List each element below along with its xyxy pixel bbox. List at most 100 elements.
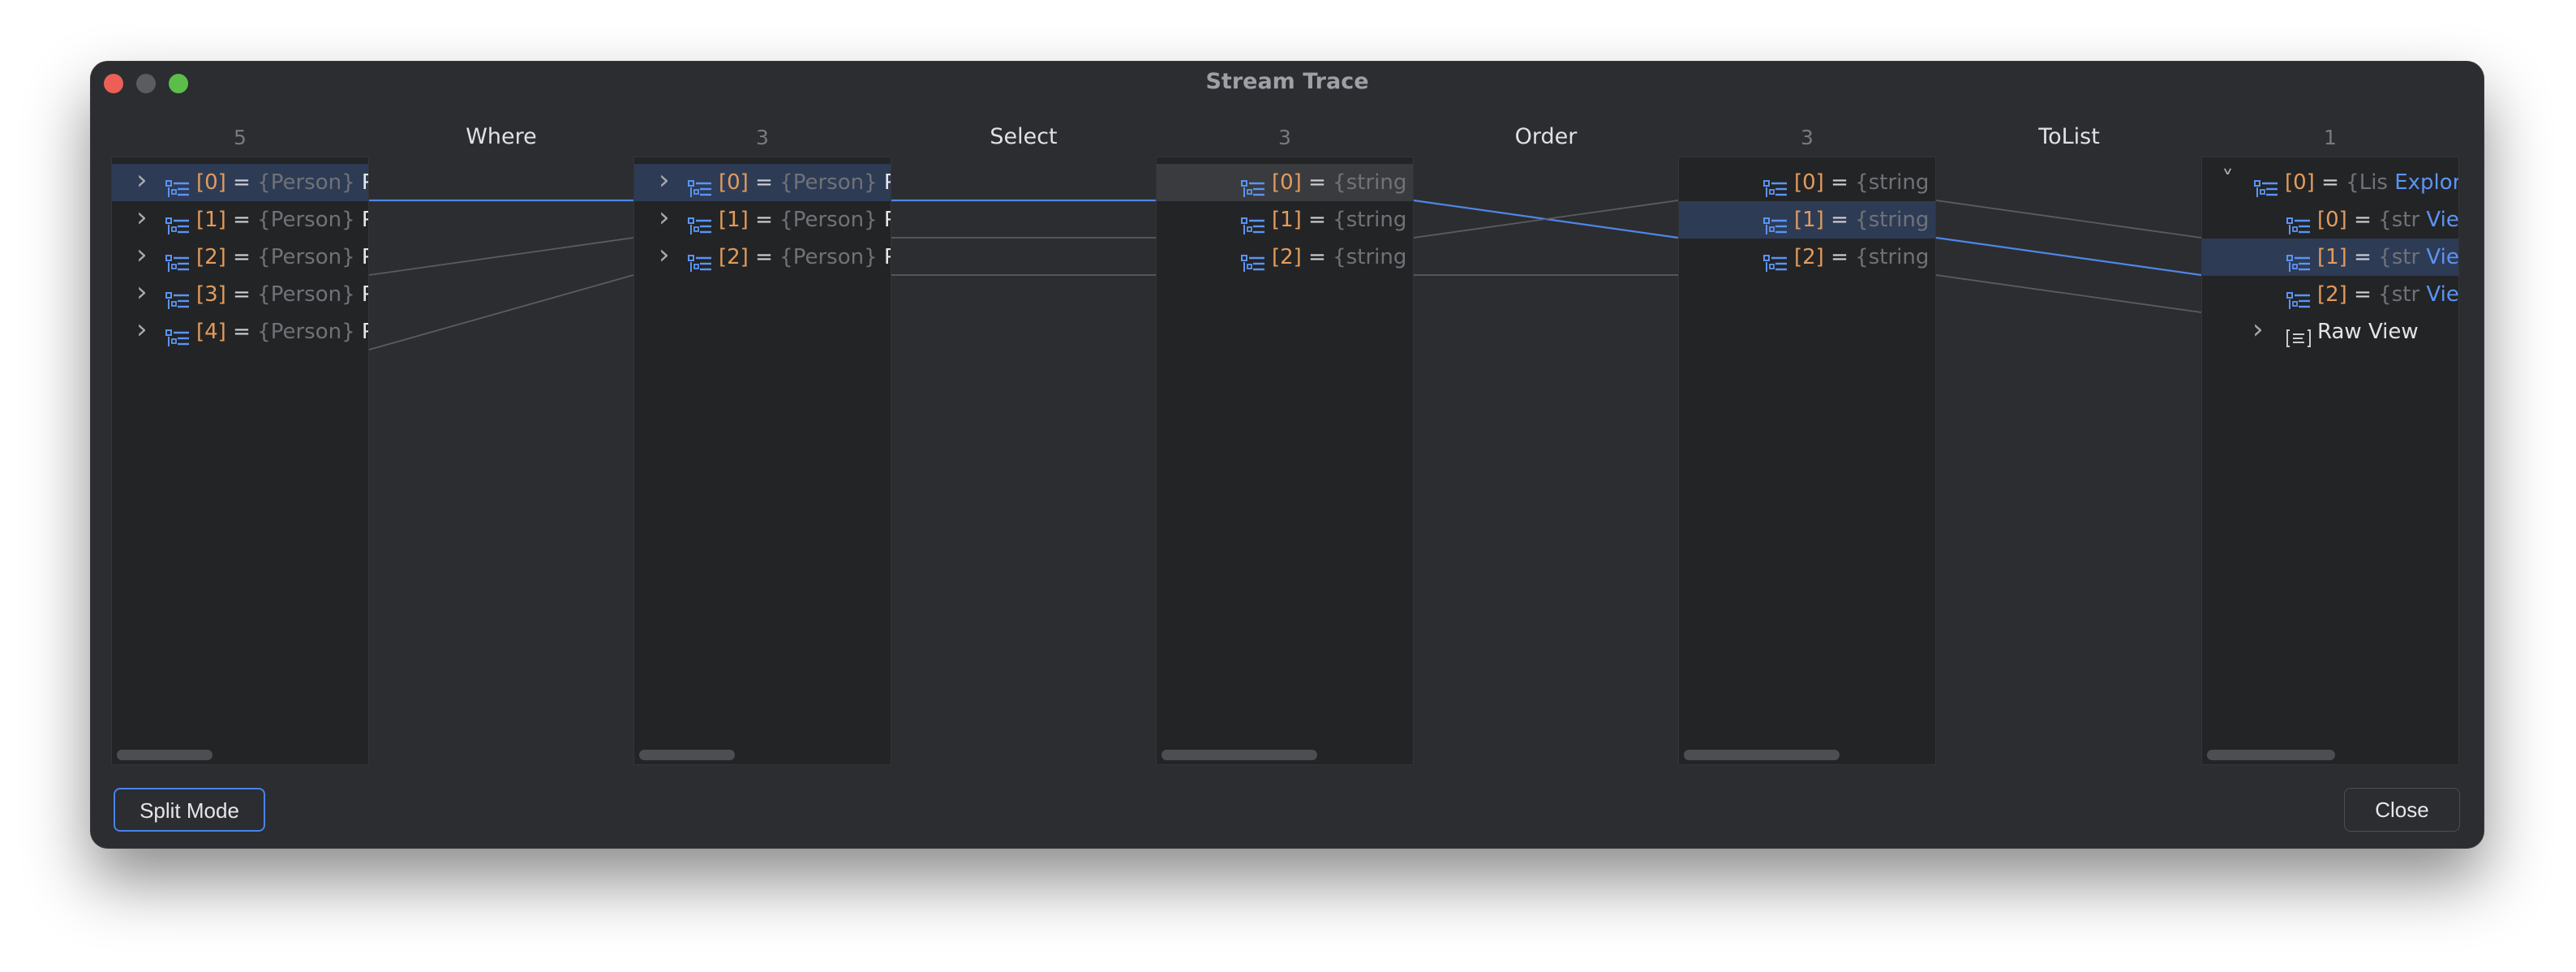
equals-sign: =: [2346, 282, 2379, 307]
trace-row[interactable]: › [1] = {Person} Pe: [112, 201, 368, 239]
row-value: Pe: [884, 245, 891, 269]
list-icon: [1763, 211, 1788, 234]
row-type: {string: [1855, 208, 1930, 232]
equals-sign: =: [225, 245, 258, 269]
chevron-right-icon[interactable]: ›: [2252, 311, 2264, 348]
trace-row[interactable]: › [1] = {Person} Pe: [634, 201, 891, 239]
row-link[interactable]: View: [2426, 245, 2458, 269]
list-icon: [1241, 211, 1265, 234]
row-link[interactable]: View: [2426, 282, 2458, 307]
trace-column-panel[interactable]: ˅ [0] = {Lis Explore[0] = {str View[1] = …: [2201, 157, 2459, 765]
trace-row[interactable]: [2] = {str View: [2202, 276, 2458, 313]
row-type: {str: [2378, 245, 2420, 269]
trace-column-panel[interactable]: › [0] = {Person} Pe › [1] = {Person} Pe › [2]…: [111, 157, 369, 765]
list-icon: [2286, 211, 2311, 234]
row-type: {Person}: [779, 170, 878, 195]
equals-sign: =: [2314, 170, 2346, 195]
equals-sign: =: [748, 208, 780, 232]
row-text: [1] = {Person} Pe: [719, 201, 891, 239]
row-text: [2] = {Person} Pe: [719, 239, 891, 276]
trace-row[interactable]: [0] = {str View: [2202, 201, 2458, 239]
trace-row[interactable]: › [2] = {Person} Pe: [112, 239, 368, 276]
trace-row[interactable]: [2] = {string View: [1679, 239, 1935, 276]
horizontal-scrollbar[interactable]: [1161, 750, 1317, 760]
row-value: Pe: [362, 282, 368, 307]
equals-sign: =: [748, 170, 780, 195]
trace-line-active: [1935, 236, 2202, 277]
row-type: {Person}: [257, 170, 355, 195]
horizontal-scrollbar[interactable]: [1684, 750, 1840, 760]
row-text: [3] = {Person} Pe: [196, 276, 368, 313]
row-text: [2] = {string View: [1794, 239, 1935, 276]
horizontal-scrollbar[interactable]: [639, 750, 735, 760]
row-type: {Person}: [257, 282, 355, 307]
row-index: [2]: [2317, 282, 2347, 307]
trace-row[interactable]: › [4] = {Person} Pe: [112, 313, 368, 351]
trace-row[interactable]: [0] = {string View: [1679, 164, 1935, 201]
equals-sign: =: [1823, 208, 1856, 232]
horizontal-scrollbar[interactable]: [117, 750, 213, 760]
trace-row[interactable]: [1] = {string View: [1157, 201, 1413, 239]
row-index: [0]: [1272, 170, 1302, 195]
row-index: [0]: [196, 170, 226, 195]
row-text: [0] = {str View: [2317, 201, 2458, 239]
chevron-right-icon[interactable]: ›: [136, 273, 148, 311]
trace-row[interactable]: › [2] = {Person} Pe: [634, 239, 891, 276]
equals-sign: =: [1823, 170, 1856, 195]
row-text: [1] = {str View: [2317, 239, 2458, 276]
trace-column-panel[interactable]: › [0] = {Person} Pe › [1] = {Person} Pe › [2]…: [633, 157, 891, 765]
trace-row[interactable]: [1] = {str View: [2202, 239, 2458, 276]
row-text: [2] = {str View: [2317, 276, 2458, 313]
list-icon: [1241, 174, 1265, 197]
list-icon: [165, 323, 190, 346]
row-type: {string: [1333, 245, 1407, 269]
trace-row[interactable]: [2] = {string View: [1157, 239, 1413, 276]
chevron-right-icon[interactable]: ›: [659, 161, 670, 199]
row-type: {string: [1333, 208, 1407, 232]
row-type: {str: [2378, 282, 2420, 307]
row-text: [0] = {Lis Explore: [2285, 164, 2458, 201]
trace-row[interactable]: ˅ [0] = {Lis Explore: [2202, 164, 2458, 201]
close-button[interactable]: Close: [2344, 788, 2460, 832]
trace-row[interactable]: › [0] = {Person} Pe: [112, 164, 368, 201]
trace-row[interactable]: › [0] = {Person} Pe: [634, 164, 891, 201]
row-index: [2]: [719, 245, 749, 269]
trace-row[interactable]: › [3] = {Person} Pe: [112, 276, 368, 313]
equals-sign: =: [1301, 245, 1333, 269]
list-icon: [165, 211, 190, 234]
trace-column-panel[interactable]: [0] = {string View[1] = {string View[2] …: [1678, 157, 1936, 765]
row-link[interactable]: Explore: [2394, 170, 2458, 195]
row-link[interactable]: View: [2426, 208, 2458, 232]
row-index: [1]: [719, 208, 749, 232]
row-value: Pe: [362, 245, 368, 269]
trace-line: [1935, 200, 2202, 239]
split-mode-button[interactable]: Split Mode: [114, 788, 265, 832]
trace-line: [1935, 274, 2202, 313]
horizontal-scrollbar[interactable]: [2207, 750, 2335, 760]
trace-row[interactable]: [0] = {string View: [1157, 164, 1413, 201]
trace-column-panel[interactable]: [0] = {string View[1] = {string View[2] …: [1156, 157, 1414, 765]
equals-sign: =: [225, 320, 258, 344]
chevron-right-icon[interactable]: ›: [136, 311, 148, 348]
stream-trace-window: Stream Trace 5 3 3 3 1 Where Select Order ToList…: [90, 61, 2484, 849]
row-type: {Person}: [257, 245, 355, 269]
row-text: [4] = {Person} Pe: [196, 313, 368, 351]
row-type: {string: [1855, 245, 1930, 269]
chevron-right-icon[interactable]: ›: [136, 161, 148, 199]
list-icon: [1241, 248, 1265, 272]
row-index: [2]: [1794, 245, 1824, 269]
row-index: [0]: [719, 170, 749, 195]
trace-row[interactable]: › Raw View: [2202, 313, 2458, 351]
row-text: [0] = {Person} Pe: [719, 164, 891, 201]
chevron-right-icon[interactable]: ›: [136, 236, 148, 273]
row-value: Pe: [884, 208, 891, 232]
list-icon: [165, 174, 190, 197]
chevron-down-icon[interactable]: ˅: [2222, 162, 2234, 200]
chevron-right-icon[interactable]: ›: [136, 199, 148, 236]
equals-sign: =: [2346, 245, 2379, 269]
trace-row[interactable]: [1] = {string View: [1679, 201, 1935, 239]
row-text: [0] = {string View: [1272, 164, 1413, 201]
chevron-right-icon[interactable]: ›: [659, 199, 670, 236]
equals-sign: =: [1823, 245, 1856, 269]
chevron-right-icon[interactable]: ›: [659, 236, 670, 273]
